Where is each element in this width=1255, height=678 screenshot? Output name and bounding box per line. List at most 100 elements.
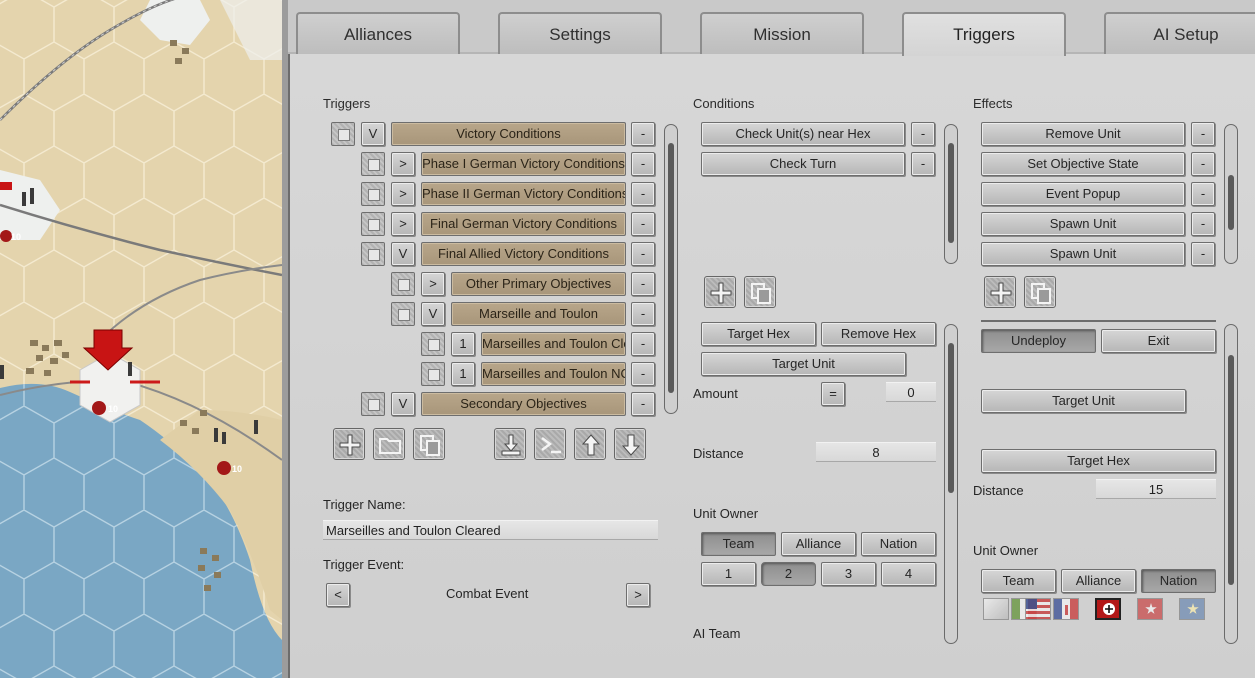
triggers-scrollbar[interactable]	[664, 124, 678, 414]
trigger-name-input[interactable]: Marseilles and Toulon Cleared	[323, 520, 658, 540]
trigger-item[interactable]: Phase I German Victory Conditions	[421, 152, 626, 176]
trigger-expand-toggle[interactable]: >	[391, 182, 415, 206]
red-star-flag-icon[interactable]	[1137, 598, 1163, 620]
condition-owner-team-tab[interactable]: Team	[701, 532, 776, 556]
condition-remove-button[interactable]: -	[911, 122, 935, 146]
effect-target-unit-button[interactable]: Target Unit	[981, 389, 1186, 413]
trigger-remove-button[interactable]: -	[631, 242, 655, 266]
trigger-item[interactable]: Phase II German Victory Conditions	[421, 182, 626, 206]
conditions-scrollbar[interactable]	[944, 124, 958, 264]
effect-item[interactable]: Spawn Unit	[981, 242, 1185, 266]
effect-target-hex-button[interactable]: Target Hex	[981, 449, 1216, 473]
trigger-remove-button[interactable]: -	[631, 272, 655, 296]
trigger-expand-toggle[interactable]: 1	[451, 362, 475, 386]
console-button[interactable]	[534, 428, 566, 460]
effect-owner-team-tab[interactable]: Team	[981, 569, 1056, 593]
trigger-enable-checkbox[interactable]	[331, 122, 355, 146]
copy-condition-button[interactable]	[744, 276, 776, 308]
exit-button[interactable]: Exit	[1101, 329, 1216, 353]
trigger-expand-toggle[interactable]: V	[361, 122, 385, 146]
tab-triggers[interactable]: Triggers	[902, 12, 1066, 56]
add-trigger-button[interactable]	[333, 428, 365, 460]
event-next-button[interactable]: >	[626, 583, 650, 607]
map-view[interactable]: 10 10 10	[0, 0, 282, 678]
effect-remove-button[interactable]: -	[1191, 152, 1215, 176]
effect-item[interactable]: Event Popup	[981, 182, 1185, 206]
team-4-button[interactable]: 4	[881, 562, 936, 586]
hex-map[interactable]: 10 10 10	[0, 0, 282, 678]
free-france-flag-icon[interactable]	[1053, 598, 1079, 620]
tab-settings[interactable]: Settings	[498, 12, 662, 54]
trigger-enable-checkbox[interactable]	[391, 272, 415, 296]
event-prev-button[interactable]: <	[326, 583, 350, 607]
tab-alliances[interactable]: Alliances	[296, 12, 460, 54]
add-folder-button[interactable]	[373, 428, 405, 460]
condition-details-scrollbar[interactable]	[944, 324, 958, 644]
trigger-enable-checkbox[interactable]	[421, 332, 445, 356]
copy-trigger-button[interactable]	[413, 428, 445, 460]
move-up-button[interactable]	[574, 428, 606, 460]
trigger-remove-button[interactable]: -	[631, 362, 655, 386]
effect-details-scrollbar[interactable]	[1224, 324, 1238, 644]
undeploy-button[interactable]: Undeploy	[981, 329, 1096, 353]
condition-target-hex-button[interactable]: Target Hex	[701, 322, 816, 346]
effect-remove-button[interactable]: -	[1191, 242, 1215, 266]
effect-item[interactable]: Remove Unit	[981, 122, 1185, 146]
amount-input[interactable]: 0	[886, 382, 936, 402]
condition-distance-input[interactable]: 8	[816, 442, 936, 462]
trigger-enable-checkbox[interactable]	[361, 242, 385, 266]
trigger-enable-checkbox[interactable]	[361, 182, 385, 206]
trigger-expand-toggle[interactable]: 1	[451, 332, 475, 356]
move-down-button[interactable]	[614, 428, 646, 460]
trigger-expand-toggle[interactable]: >	[421, 272, 445, 296]
trigger-expand-toggle[interactable]: V	[421, 302, 445, 326]
add-effect-button[interactable]	[984, 276, 1016, 308]
trigger-item[interactable]: Victory Conditions	[391, 122, 626, 146]
usa-flag-icon[interactable]	[1025, 598, 1051, 620]
trigger-enable-checkbox[interactable]	[421, 362, 445, 386]
tab-mission[interactable]: Mission	[700, 12, 864, 54]
trigger-expand-toggle[interactable]: >	[391, 152, 415, 176]
tab-ai-setup[interactable]: AI Setup	[1104, 12, 1255, 54]
trigger-item[interactable]: Secondary Objectives	[421, 392, 626, 416]
effect-remove-button[interactable]: -	[1191, 122, 1215, 146]
trigger-item[interactable]: Final German Victory Conditions	[421, 212, 626, 236]
trigger-item[interactable]: Final Allied Victory Conditions	[421, 242, 626, 266]
effect-remove-button[interactable]: -	[1191, 182, 1215, 206]
trigger-item[interactable]: Marseilles and Toulon NOT Cleared	[481, 362, 626, 386]
trigger-enable-checkbox[interactable]	[361, 152, 385, 176]
blue-star-flag-icon[interactable]	[1179, 598, 1205, 620]
trigger-expand-toggle[interactable]: >	[391, 212, 415, 236]
import-trigger-button[interactable]	[494, 428, 526, 460]
condition-item[interactable]: Check Turn	[701, 152, 905, 176]
effect-distance-input[interactable]: 15	[1096, 479, 1216, 499]
team-2-button[interactable]: 2	[761, 562, 816, 586]
effect-item[interactable]: Set Objective State	[981, 152, 1185, 176]
trigger-expand-toggle[interactable]: V	[391, 392, 415, 416]
trigger-remove-button[interactable]: -	[631, 182, 655, 206]
trigger-remove-button[interactable]: -	[631, 152, 655, 176]
trigger-item[interactable]: Marseille and Toulon	[451, 302, 626, 326]
add-condition-button[interactable]	[704, 276, 736, 308]
team-3-button[interactable]: 3	[821, 562, 876, 586]
effect-owner-nation-tab[interactable]: Nation	[1141, 569, 1216, 593]
condition-target-unit-button[interactable]: Target Unit	[701, 352, 906, 376]
effect-remove-button[interactable]: -	[1191, 212, 1215, 236]
effects-scrollbar[interactable]	[1224, 124, 1238, 264]
trigger-enable-checkbox[interactable]	[361, 392, 385, 416]
condition-remove-button[interactable]: -	[911, 152, 935, 176]
amount-operator-button[interactable]: =	[821, 382, 845, 406]
condition-owner-nation-tab[interactable]: Nation	[861, 532, 936, 556]
team-1-button[interactable]: 1	[701, 562, 756, 586]
trigger-remove-button[interactable]: -	[631, 212, 655, 236]
effect-owner-alliance-tab[interactable]: Alliance	[1061, 569, 1136, 593]
condition-owner-alliance-tab[interactable]: Alliance	[781, 532, 856, 556]
trigger-remove-button[interactable]: -	[631, 332, 655, 356]
condition-item[interactable]: Check Unit(s) near Hex	[701, 122, 905, 146]
placeholder-flag-icon[interactable]	[983, 598, 1009, 620]
copy-effect-button[interactable]	[1024, 276, 1056, 308]
trigger-expand-toggle[interactable]: V	[391, 242, 415, 266]
trigger-remove-button[interactable]: -	[631, 392, 655, 416]
germany-flag-icon[interactable]	[1095, 598, 1121, 620]
trigger-enable-checkbox[interactable]	[361, 212, 385, 236]
